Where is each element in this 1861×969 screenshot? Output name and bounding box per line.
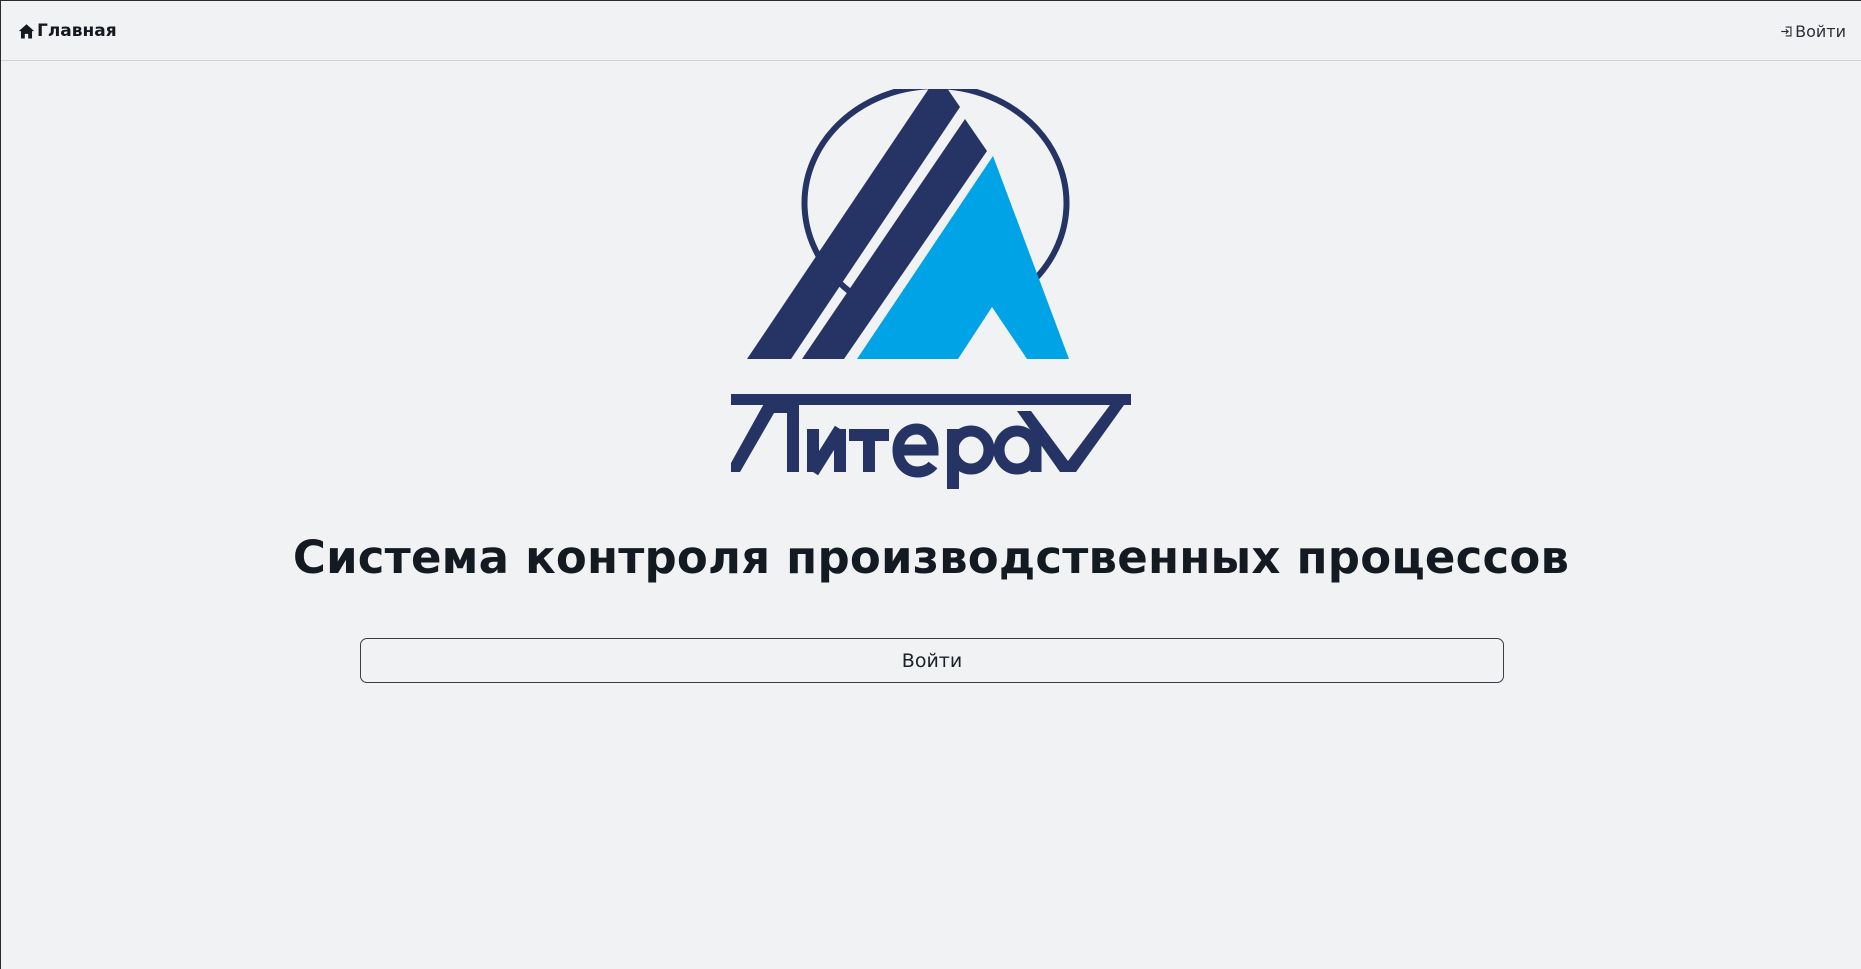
header-login-label: Войти: [1795, 22, 1846, 41]
header-login-link[interactable]: Войти: [1780, 22, 1846, 41]
logo-letter-e: [892, 423, 939, 478]
home-link-label: Главная: [37, 21, 117, 41]
sign-in-icon: [1780, 25, 1793, 38]
page-title: Система контроля производственных процес…: [292, 531, 1570, 584]
litera-v-logo: [726, 75, 1136, 499]
home-link[interactable]: Главная: [18, 21, 117, 41]
logo-letter-a-bowl: [993, 425, 1041, 475]
logo-letter-t: [849, 429, 889, 472]
login-button[interactable]: Войти: [360, 638, 1504, 683]
logo-letter-r-bowl: [947, 425, 995, 475]
top-nav-bar: Главная Войти: [1, 1, 1861, 61]
logo-letter-l: [726, 400, 799, 472]
home-icon: [18, 23, 35, 40]
logo-letter-i: [807, 425, 846, 476]
